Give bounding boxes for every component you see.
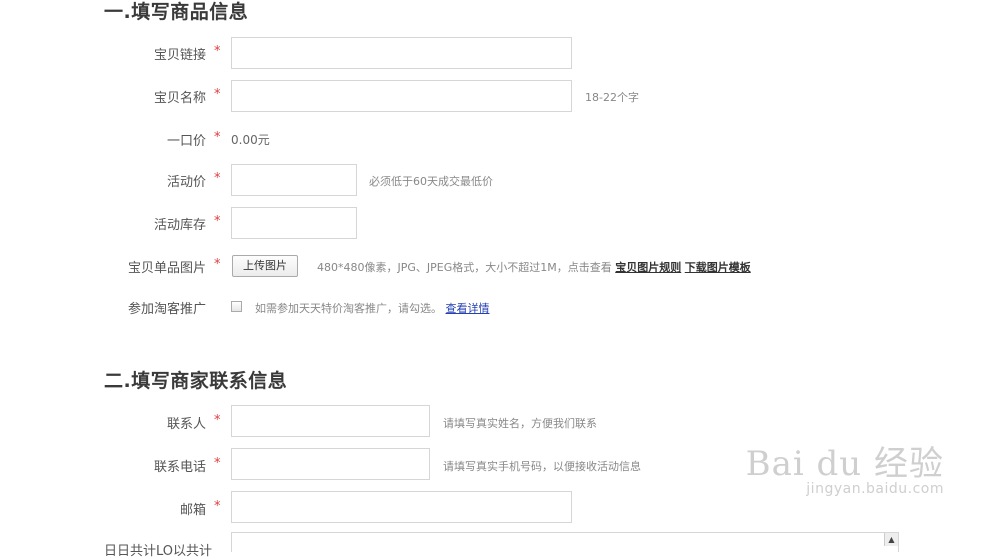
activity-price-hint: 必须低于60天成交最低价 [369, 175, 493, 188]
promo-checkbox[interactable] [231, 301, 242, 312]
activity-price-label: 活动价 [166, 175, 206, 190]
item-name-hint: 18-22个字 [585, 91, 639, 104]
promo-label: 参加淘客推广 [127, 302, 206, 317]
fixed-price-value: 0.00元 [231, 133, 270, 147]
activity-stock-label: 活动库存 [153, 218, 206, 233]
promo-detail-link[interactable]: 查看详情 [446, 302, 490, 315]
promo-hint-text: 如需参加天天特价淘客推广，请勾选。 [255, 302, 442, 315]
image-hint: 480*480像素，JPG、JPEG格式，大小不超过1M，点击查看 宝贝图片规则… [317, 259, 751, 275]
section-title-product-info: 一.填写商品信息 [104, 1, 249, 23]
image-rules-link[interactable]: 宝贝图片规则 [615, 261, 681, 274]
activity-price-input[interactable] [231, 164, 357, 196]
item-name-label: 宝贝名称 [153, 91, 206, 106]
required-mark: * [214, 171, 221, 186]
required-mark: * [214, 499, 221, 514]
required-mark: * [214, 87, 221, 102]
baidu-watermark: Bai du 经验 jingyan.baidu.com [746, 436, 944, 497]
fixed-price-label: 一口价 [166, 134, 206, 149]
promo-hint: 如需参加天天特价淘客推广，请勾选。 查看详情 [255, 300, 490, 316]
cut-off-label: 日日共计LO以共计 [104, 544, 213, 559]
section-title-contact-info: 二.填写商家联系信息 [104, 370, 288, 392]
baidu-logo: Bai du 经验 [745, 444, 944, 484]
email-input[interactable] [231, 491, 572, 523]
contact-name-input[interactable] [231, 405, 430, 437]
required-mark: * [214, 214, 221, 229]
required-mark: * [214, 257, 221, 272]
contact-phone-input[interactable] [231, 448, 430, 480]
required-mark: * [214, 44, 221, 59]
contact-name-hint: 请填写真实姓名，方便我们联系 [443, 417, 597, 430]
item-name-input[interactable] [231, 80, 572, 112]
upload-image-button[interactable]: 上传图片 [232, 255, 298, 277]
activity-stock-input[interactable] [231, 207, 357, 239]
item-link-input[interactable] [231, 37, 572, 69]
item-image-label: 宝贝单品图片 [127, 261, 206, 276]
textarea-field[interactable]: ▲ [231, 532, 899, 552]
required-mark: * [214, 456, 221, 471]
email-label: 邮箱 [179, 503, 206, 518]
contact-phone-hint: 请填写真实手机号码，以便接收活动信息 [443, 460, 641, 473]
contact-phone-label: 联系电话 [153, 460, 206, 475]
required-mark: * [214, 130, 221, 145]
image-hint-text: 480*480像素，JPG、JPEG格式，大小不超过1M，点击查看 [317, 261, 612, 274]
scroll-up-icon[interactable]: ▲ [884, 533, 898, 546]
image-template-link[interactable]: 下载图片模板 [685, 261, 751, 274]
contact-name-label: 联系人 [166, 417, 206, 432]
required-mark: * [214, 413, 221, 428]
item-link-label: 宝贝链接 [153, 48, 206, 63]
